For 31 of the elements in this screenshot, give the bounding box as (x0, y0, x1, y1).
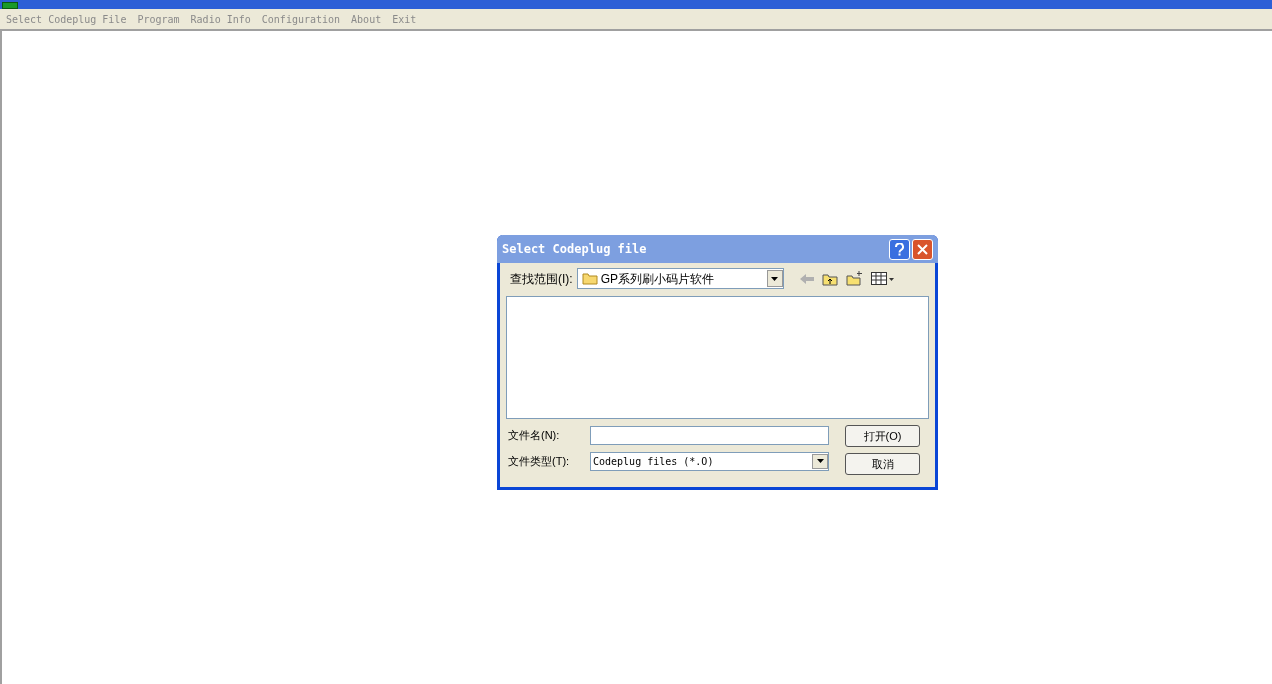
look-in-label: 查找范围(I): (510, 270, 573, 288)
new-folder-icon[interactable] (845, 271, 863, 286)
app-icon (2, 2, 18, 9)
menu-item[interactable]: Radio Info (190, 11, 251, 27)
file-list[interactable] (506, 296, 929, 419)
menu-item[interactable]: Exit (392, 11, 417, 27)
look-in-value: GP系列刷小码片软件 (600, 270, 715, 288)
open-button[interactable]: 打开(O) (845, 425, 920, 447)
view-menu-icon[interactable] (870, 272, 895, 285)
file-type-label: 文件类型(T): (508, 453, 571, 469)
caret-icon (816, 459, 824, 463)
folder-icon (581, 272, 598, 285)
close-icon (917, 243, 928, 255)
dropdown-button[interactable] (766, 270, 783, 287)
menu-item[interactable]: About (351, 11, 382, 27)
menu-item[interactable]: Program (137, 11, 180, 27)
caret-icon (771, 276, 779, 281)
file-type-dropdown[interactable]: Codeplug files (*.O) (590, 451, 829, 471)
up-folder-icon[interactable] (821, 271, 838, 286)
look-in-dropdown[interactable]: GP系列刷小码片软件 (576, 268, 784, 289)
menu-item[interactable]: Select Codeplug File (6, 11, 127, 27)
dropdown-button[interactable] (812, 453, 828, 469)
file-name-label: 文件名(N): (508, 427, 561, 443)
cancel-button[interactable]: 取消 (845, 453, 920, 475)
file-type-value: Codeplug files (*.O) (593, 454, 715, 469)
dialog-title: Select Codeplug file (502, 241, 647, 258)
close-button[interactable] (912, 238, 933, 260)
menu-item[interactable]: Configuration (261, 11, 341, 27)
help-button[interactable] (889, 238, 910, 260)
help-icon (895, 242, 904, 256)
file-name-field[interactable] (590, 425, 829, 445)
